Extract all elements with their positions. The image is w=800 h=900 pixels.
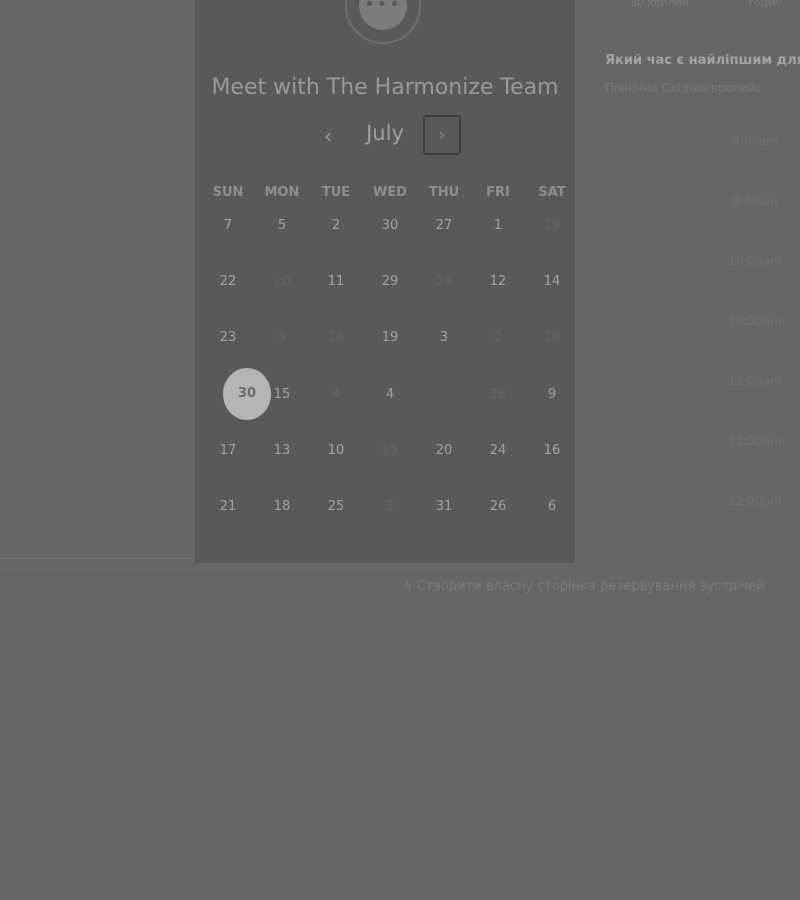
weekday-label: FRI: [486, 185, 510, 200]
calendar-day[interactable]: 4: [363, 383, 417, 407]
calendar-day[interactable]: 1: [471, 214, 525, 238]
weekday-label: MON: [264, 185, 300, 200]
calendar-day: 2: [493, 330, 503, 345]
calendar-day[interactable]: 24: [471, 439, 525, 463]
weekday-label: THU: [428, 185, 460, 200]
weekday-label: WED: [372, 185, 407, 200]
calendar-day[interactable]: 10: [309, 439, 363, 463]
calendar-day: 16: [543, 330, 561, 345]
timeslot-option[interactable]: 10:00am: [700, 254, 800, 268]
chevron-right-icon[interactable]: ›: [423, 115, 461, 155]
weekday-label: SUN: [212, 185, 244, 200]
calendar-day[interactable]: 3: [417, 326, 471, 350]
timeslot-option[interactable]: 10:30am: [700, 314, 800, 328]
weekday-label: SAT: [538, 185, 566, 200]
calendar-day: 14: [327, 330, 345, 345]
calendar-day[interactable]: 6: [525, 495, 579, 519]
calendar-day: 3: [277, 330, 287, 345]
calendar-day[interactable]: 30: [363, 214, 417, 238]
calendar-day[interactable]: 18: [255, 495, 309, 519]
timeslot-option[interactable]: 11:00am: [700, 374, 800, 388]
calendar-day[interactable]: 9: [525, 383, 579, 407]
calendar-day[interactable]: 26: [471, 495, 525, 519]
calendar-day: 20: [273, 274, 291, 289]
calendar-day[interactable]: 22: [201, 270, 255, 294]
calendar-day[interactable]: 23: [201, 326, 255, 350]
calendar-day[interactable]: 11: [309, 270, 363, 294]
calendar-day: 15: [381, 443, 399, 458]
create-page-link[interactable]: ϟ Створити власну сторінка резервування з…: [404, 579, 765, 594]
calendar-day[interactable]: 20: [417, 439, 471, 463]
calendar-day: 26: [489, 387, 507, 402]
page-title: Meet with The Harmonize Team: [211, 75, 559, 100]
calendar-day[interactable]: 2: [309, 214, 363, 238]
calendar-day[interactable]: 19: [363, 326, 417, 350]
calendar-day[interactable]: 16: [525, 439, 579, 463]
chat-bubble-logo-icon: •••: [345, 0, 421, 44]
weekday-label: TUE: [321, 185, 351, 200]
timeslot-option[interactable]: 12:00pm: [700, 494, 800, 508]
selected-day[interactable]: 30: [223, 368, 271, 420]
divider: [0, 558, 195, 559]
timeslot-option[interactable]: 9:00am: [700, 134, 800, 148]
timeslot-option[interactable]: 9:30am: [700, 194, 800, 208]
calendar-day[interactable]: 7: [201, 214, 255, 238]
calendar-day[interactable]: 12: [471, 270, 525, 294]
calendar-day[interactable]: 17: [201, 439, 255, 463]
calendar-day: 4: [331, 387, 341, 402]
calendar-day[interactable]: 27: [417, 214, 471, 238]
calendar-day[interactable]: 31: [417, 495, 471, 519]
calendar-day[interactable]: 13: [255, 439, 309, 463]
month-navigator: ‹ July ›: [195, 115, 575, 157]
weekday-header: SUN MON TUE WED THU FRI SAT: [201, 185, 579, 205]
calendar-day[interactable]: 29: [363, 270, 417, 294]
calendar-day: 24: [435, 274, 453, 289]
duration-option[interactable]: 30 хвилин: [630, 0, 689, 9]
calendar-panel: ••• Meet with The Harmonize Team ‹ July …: [195, 0, 575, 563]
calendar-day[interactable]: 21: [201, 495, 255, 519]
duration-option[interactable]: годин: [748, 0, 782, 9]
calendar-day[interactable]: 5: [255, 214, 309, 238]
calendar-day: 19: [543, 218, 561, 233]
divider: [0, 568, 520, 569]
timeslot-option[interactable]: 11:30am: [700, 434, 800, 448]
month-label: July: [366, 121, 404, 145]
timezone-label[interactable]: Північна Східноєвропейс: [605, 81, 762, 95]
timeslot-heading: Який час є найліпшим для: [605, 53, 800, 68]
bolt-icon: ϟ: [404, 579, 413, 594]
calendar-day[interactable]: 25: [309, 495, 363, 519]
chevron-left-icon[interactable]: ‹: [315, 119, 341, 153]
calendar-day[interactable]: 14: [525, 270, 579, 294]
calendar-day: 2: [385, 499, 395, 514]
